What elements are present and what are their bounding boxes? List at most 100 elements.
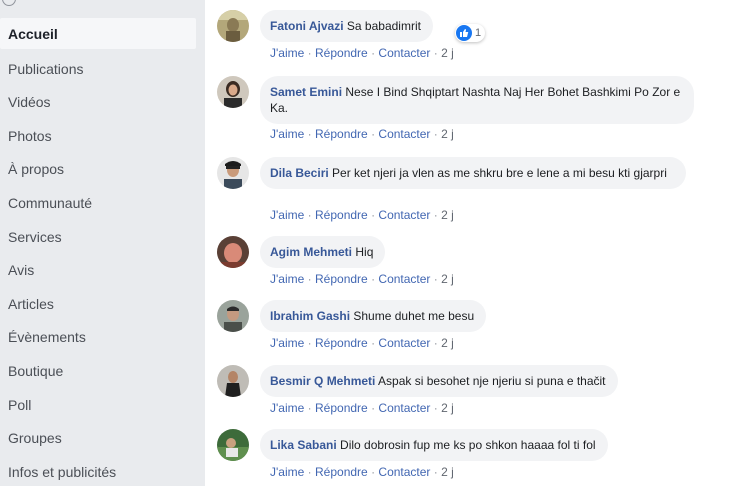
- separator: ·: [433, 465, 438, 479]
- comment-actions: J'aime · Répondre · Contacter · 2 j: [270, 401, 454, 415]
- contact-link[interactable]: Contacter: [378, 465, 430, 479]
- avatar[interactable]: [217, 365, 249, 397]
- separator: ·: [307, 208, 312, 222]
- sidebar-item-publications[interactable]: Publications: [0, 53, 196, 84]
- separator: ·: [307, 272, 312, 286]
- separator: ·: [371, 401, 376, 415]
- like-link[interactable]: J'aime: [270, 46, 304, 60]
- separator: ·: [371, 208, 376, 222]
- contact-link[interactable]: Contacter: [378, 208, 430, 222]
- comment-time[interactable]: 2 j: [441, 127, 454, 141]
- avatar[interactable]: [217, 157, 249, 189]
- sidebar-item-photos[interactable]: Photos: [0, 120, 196, 151]
- separator: ·: [371, 127, 376, 141]
- sidebar-item-videos[interactable]: Vidéos: [0, 86, 196, 117]
- reply-link[interactable]: Répondre: [315, 127, 368, 141]
- contact-link[interactable]: Contacter: [378, 272, 430, 286]
- reply-link[interactable]: Répondre: [315, 46, 368, 60]
- comment-bubble: Agim Mehmeti Hiq: [260, 236, 386, 268]
- avatar[interactable]: [217, 300, 249, 332]
- like-link[interactable]: J'aime: [270, 401, 304, 415]
- separator: ·: [433, 127, 438, 141]
- comment-actions: J'aime · Répondre · Contacter · 2 j: [270, 208, 454, 222]
- page-sidebar: Accueil Publications Vidéos Photos À pro…: [0, 0, 196, 486]
- comment-time[interactable]: 2 j: [441, 272, 454, 286]
- circle-icon: [2, 0, 16, 6]
- comment-text: Aspak si besohet nje njeriu si puna e th…: [378, 374, 606, 388]
- separator: ·: [433, 336, 438, 350]
- like-link[interactable]: J'aime: [270, 208, 304, 222]
- comment-author[interactable]: Lika Sabani: [270, 438, 337, 452]
- contact-link[interactable]: Contacter: [378, 336, 430, 350]
- like-link[interactable]: J'aime: [270, 465, 304, 479]
- contact-link[interactable]: Contacter: [378, 401, 430, 415]
- separator: ·: [433, 272, 438, 286]
- comment-author[interactable]: Dila Beciri: [270, 166, 329, 180]
- avatar[interactable]: [217, 76, 249, 108]
- comment-time[interactable]: 2 j: [441, 208, 454, 222]
- comment-bubble: Ibrahim Gashi Shume duhet me besu: [260, 300, 487, 332]
- sidebar-item-groupes[interactable]: Groupes: [0, 422, 196, 453]
- separator: ·: [307, 465, 312, 479]
- sidebar-item-evenements[interactable]: Évènements: [0, 321, 196, 352]
- reply-link[interactable]: Répondre: [315, 401, 368, 415]
- comment-time[interactable]: 2 j: [441, 465, 454, 479]
- comment-time[interactable]: 2 j: [441, 401, 454, 415]
- sidebar-item-accueil[interactable]: Accueil: [0, 18, 196, 49]
- comment-author[interactable]: Agim Mehmeti: [270, 245, 352, 259]
- sidebar-item-infos-publicites[interactable]: Infos et publicités: [0, 456, 196, 486]
- reply-link[interactable]: Répondre: [315, 272, 368, 286]
- comment-time[interactable]: 2 j: [441, 46, 454, 60]
- contact-link[interactable]: Contacter: [378, 46, 430, 60]
- separator: ·: [433, 401, 438, 415]
- comment-text: Shume duhet me besu: [353, 309, 475, 323]
- separator: ·: [371, 272, 376, 286]
- like-link[interactable]: J'aime: [270, 127, 304, 141]
- separator: ·: [433, 208, 438, 222]
- sidebar-item-articles[interactable]: Articles: [0, 288, 196, 319]
- like-link[interactable]: J'aime: [270, 336, 304, 350]
- comment-author[interactable]: Fatoni Ajvazi: [270, 19, 344, 33]
- separator: ·: [433, 46, 438, 60]
- comment-text: Sa babadimrit: [346, 19, 421, 33]
- sidebar-item-avis[interactable]: Avis: [0, 254, 196, 285]
- comment-bubble: Besmir Q Mehmeti Aspak si besohet nje nj…: [260, 365, 618, 397]
- sidebar-item-services[interactable]: Services: [0, 221, 196, 252]
- sidebar-item-poll[interactable]: Poll: [0, 389, 196, 420]
- separator: ·: [371, 465, 376, 479]
- comment-author[interactable]: Samet Emini: [270, 85, 342, 99]
- comment-text: Per ket njeri ja vlen as me shkru bre e …: [332, 166, 667, 180]
- reaction-count: 1: [475, 27, 482, 39]
- avatar[interactable]: [217, 10, 249, 42]
- comment-actions: J'aime · Répondre · Contacter · 2 j: [270, 465, 454, 479]
- comment-bubble: Dila Beciri Per ket njeri ja vlen as me …: [260, 157, 686, 189]
- comment-actions: J'aime · Répondre · Contacter · 2 j: [270, 46, 454, 60]
- separator: ·: [307, 401, 312, 415]
- separator: ·: [371, 46, 376, 60]
- comment-time[interactable]: 2 j: [441, 336, 454, 350]
- comment-actions: J'aime · Répondre · Contacter · 2 j: [270, 336, 454, 350]
- comment-actions: J'aime · Répondre · Contacter · 2 j: [270, 272, 454, 286]
- separator: ·: [371, 336, 376, 350]
- reply-link[interactable]: Répondre: [315, 465, 368, 479]
- reply-link[interactable]: Répondre: [315, 336, 368, 350]
- comment-bubble: Samet Emini Nese I Bind Shqiptart Nashta…: [260, 76, 694, 124]
- separator: ·: [307, 127, 312, 141]
- comment-actions: J'aime · Répondre · Contacter · 2 j: [270, 127, 454, 141]
- reaction-badge[interactable]: 1: [455, 24, 486, 42]
- sidebar-item-boutique[interactable]: Boutique: [0, 355, 196, 386]
- avatar[interactable]: [217, 429, 249, 461]
- reply-link[interactable]: Répondre: [315, 208, 368, 222]
- thumbs-up-icon: [456, 25, 472, 41]
- sidebar-item-communaute[interactable]: Communauté: [0, 187, 196, 218]
- comments-feed: Fatoni Ajvazi Sa babadimrit 1 J'aime · R…: [205, 0, 741, 486]
- comment-author[interactable]: Ibrahim Gashi: [270, 309, 350, 323]
- comment-bubble: Fatoni Ajvazi Sa babadimrit: [260, 10, 433, 42]
- avatar[interactable]: [217, 236, 249, 268]
- comment-author[interactable]: Besmir Q Mehmeti: [270, 374, 375, 388]
- sidebar-item-a-propos[interactable]: À propos: [0, 153, 196, 184]
- comment-text: Dilo dobrosin fup me ks po shkon haaaa f…: [340, 438, 596, 452]
- contact-link[interactable]: Contacter: [378, 127, 430, 141]
- like-link[interactable]: J'aime: [270, 272, 304, 286]
- separator: ·: [307, 336, 312, 350]
